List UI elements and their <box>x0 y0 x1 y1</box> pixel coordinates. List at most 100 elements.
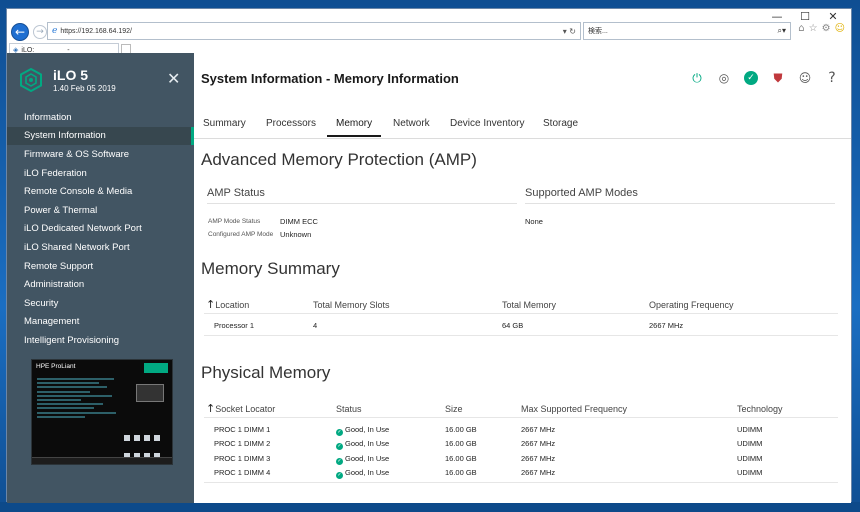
cell-value: 2667 MHz <box>521 467 556 477</box>
table-cell: ✓ Good, In Use <box>336 439 390 451</box>
table-cell: 4 <box>313 321 317 330</box>
ie-page-icon: ℯ <box>52 26 58 36</box>
sidebar-item-intelligent-provisioning[interactable]: Intelligent Provisioning <box>7 331 194 350</box>
column-header-label: Location <box>215 300 250 310</box>
url-text: https://192.168.64.192/ <box>60 27 132 35</box>
power-icon[interactable]: ⏻ <box>690 71 704 85</box>
search-input[interactable]: 検索... ⌕▾ <box>583 22 791 40</box>
cell-value: UDIMM <box>737 467 763 477</box>
configured-amp-key: Configured AMP Mode <box>208 231 274 238</box>
tab-memory[interactable]: Memory <box>327 118 382 137</box>
sidebar-item-security[interactable]: Security <box>7 294 194 313</box>
cell-value: 2667 MHz <box>521 453 556 463</box>
table-cell: 16.00 GB <box>445 439 477 448</box>
sort-ascending-icon[interactable]: ↑ <box>206 298 215 311</box>
cell-value: 16.00 GB <box>445 425 477 434</box>
gear-icon[interactable]: ⚙ <box>822 23 831 34</box>
sidebar-item-administration[interactable]: Administration <box>7 275 194 294</box>
column-header[interactable]: Size <box>445 404 463 414</box>
console-text-lines <box>37 378 125 420</box>
thumbnail-title: HPE ProLiant <box>36 363 76 370</box>
sidebar-item-ilo-shared-network-port[interactable]: iLO Shared Network Port <box>7 238 194 257</box>
favorites-star-icon[interactable]: ☆ <box>809 23 818 34</box>
tab-device-inventory[interactable]: Device Inventory <box>450 118 524 135</box>
remote-console-thumbnail[interactable]: HPE ProLiant <box>31 359 173 465</box>
column-header-label: Technology <box>737 404 783 414</box>
uid-locator-icon[interactable]: ◎ <box>717 71 731 85</box>
table-cell: PROC 1 DIMM 2 <box>214 439 270 448</box>
cell-value: 4 <box>313 321 318 330</box>
sidebar-item-system-information[interactable]: System Information <box>7 126 194 146</box>
table-cell: Processor 1 <box>214 321 254 330</box>
search-icon[interactable]: ⌕▾ <box>778 26 787 36</box>
back-button[interactable]: ← <box>11 23 29 41</box>
cell-value: 2667 MHz <box>521 425 556 434</box>
table-cell: PROC 1 DIMM 3 <box>214 454 270 463</box>
column-header[interactable]: Total Memory <box>502 300 556 310</box>
column-header[interactable]: Operating Frequency <box>649 300 734 310</box>
ilo-logo-icon <box>20 68 42 92</box>
status-ok-icon: ✓ <box>336 429 343 436</box>
column-header[interactable]: ↑Socket Locator <box>206 402 275 415</box>
brand-name: iLO 5 <box>53 67 89 83</box>
sidebar-item-remote-support[interactable]: Remote Support <box>7 257 194 276</box>
browser-window: — ☐ ✕ ← → ℯ https://192.168.64.192/ ▾ ↻ … <box>6 8 852 503</box>
cell-value: UDIMM <box>737 453 763 463</box>
cell-value: Good, In Use <box>345 453 390 463</box>
column-header[interactable]: Total Memory Slots <box>313 300 390 310</box>
table-cell: 2667 MHz <box>521 468 555 477</box>
tab-processors[interactable]: Processors <box>266 118 316 135</box>
status-ok-icon: ✓ <box>336 443 343 451</box>
table-cell: 16.00 GB <box>445 468 477 477</box>
amp-modes-label: Supported AMP Modes <box>525 187 638 199</box>
main-content: System Information - Memory Information … <box>194 53 851 503</box>
table-cell: UDIMM <box>737 439 762 448</box>
smiley-feedback-icon[interactable]: ☺ <box>835 23 845 34</box>
column-header[interactable]: Status <box>336 404 362 414</box>
cell-value: PROC 1 DIMM 3 <box>214 453 271 463</box>
header-icons: ⏻ ◎ ✓ ⛊ ☺ ? <box>690 70 839 86</box>
user-icon[interactable]: ☺ <box>798 71 812 85</box>
table-header-rule <box>204 417 838 418</box>
cell-value: Processor 1 <box>214 321 255 330</box>
cell-value: Good, In Use <box>345 439 390 449</box>
close-nav-icon[interactable]: ✕ <box>167 69 180 88</box>
console-menu-icons <box>122 430 166 459</box>
sidebar-item-firmware-os-software[interactable]: Firmware & OS Software <box>7 145 194 164</box>
processor-image-icon <box>136 384 164 402</box>
status-ok-icon: ✓ <box>336 457 343 465</box>
forward-button[interactable]: → <box>33 25 47 39</box>
cell-value: 16.00 GB <box>445 453 477 463</box>
address-bar[interactable]: ℯ https://192.168.64.192/ ▾ ↻ <box>47 22 581 40</box>
table-cell: UDIMM <box>737 454 762 463</box>
security-shield-icon[interactable]: ⛊ <box>771 71 785 85</box>
column-header[interactable]: Technology <box>737 404 783 414</box>
tab-storage[interactable]: Storage <box>543 118 578 135</box>
sidebar-item-management[interactable]: Management <box>7 313 194 332</box>
tab-network[interactable]: Network <box>393 118 430 135</box>
amp-modes-rule <box>525 203 835 204</box>
column-header[interactable]: Max Supported Frequency <box>521 404 627 414</box>
sidebar-item-ilo-dedicated-network-port[interactable]: iLO Dedicated Network Port <box>7 220 194 239</box>
column-header-label: Total Memory Slots <box>313 300 390 310</box>
table-cell: 64 GB <box>502 321 523 330</box>
table-cell: UDIMM <box>737 425 762 434</box>
help-icon[interactable]: ? <box>825 70 839 86</box>
memory-summary-heading: Memory Summary <box>201 259 340 278</box>
table-bottom-rule <box>204 335 838 336</box>
amp-mode-status-key: AMP Mode Status <box>208 218 261 225</box>
sidebar-item-information[interactable]: Information <box>7 108 194 127</box>
sidebar-item-remote-console-media[interactable]: Remote Console & Media <box>7 182 194 201</box>
refresh-icon[interactable]: ▾ ↻ <box>563 27 576 36</box>
cell-value: PROC 1 DIMM 1 <box>214 425 271 434</box>
tab-summary[interactable]: Summary <box>203 118 246 135</box>
table-cell: 2667 MHz <box>521 439 555 448</box>
sort-ascending-icon[interactable]: ↑ <box>206 402 215 415</box>
health-ok-icon[interactable]: ✓ <box>744 71 758 85</box>
table-cell: ✓ Good, In Use <box>336 425 389 436</box>
sidebar-item-power-thermal[interactable]: Power & Thermal <box>7 201 194 220</box>
amp-heading: Advanced Memory Protection (AMP) <box>201 150 477 169</box>
home-icon[interactable]: ⌂ <box>798 23 804 34</box>
column-header[interactable]: ↑Location <box>206 298 249 311</box>
sidebar-item-ilo-federation[interactable]: iLO Federation <box>7 164 194 183</box>
